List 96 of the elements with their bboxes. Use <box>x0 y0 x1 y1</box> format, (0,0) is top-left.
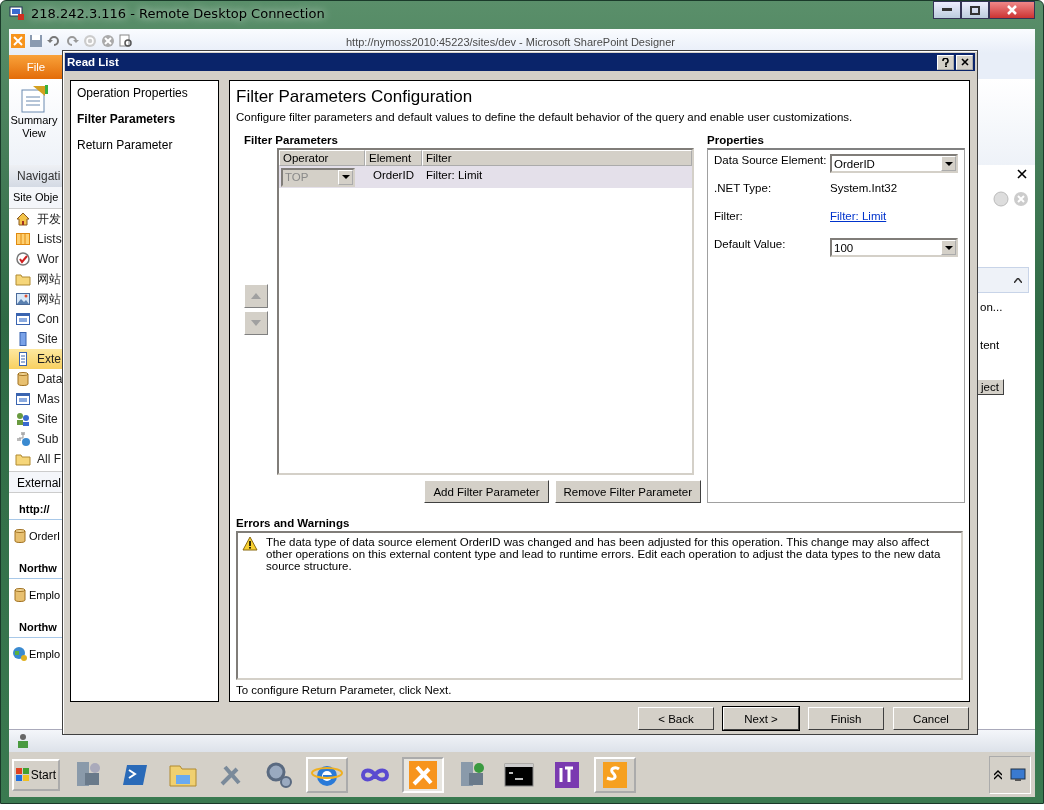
table-cell-text: OrderID <box>372 168 415 181</box>
app-logo-icon <box>11 34 25 48</box>
table-cell-text: Filter: Limit <box>425 168 484 181</box>
help-button[interactable] <box>937 54 954 70</box>
nav-item[interactable]: All F <box>9 449 63 469</box>
section-header: External <box>9 471 63 493</box>
list-item[interactable]: on... <box>976 293 1035 321</box>
close-icon <box>960 58 969 66</box>
pane-header: Navigati <box>9 165 63 187</box>
section-heading: Properties <box>707 134 765 146</box>
window-icon <box>15 391 31 407</box>
list-item[interactable]: Emplo <box>9 638 63 670</box>
action-button[interactable]: ject <box>976 379 1004 395</box>
nav-item[interactable]: Mas <box>9 389 63 409</box>
nav-item[interactable]: 网站 <box>9 289 63 309</box>
up-arrow-icon <box>251 292 261 299</box>
nav-item[interactable]: Exte <box>9 349 63 369</box>
minimize-icon <box>942 8 952 12</box>
property-label: Filter: <box>714 210 744 222</box>
property-label: .NET Type: <box>714 182 773 194</box>
nav-item[interactable]: Site <box>9 409 63 429</box>
nav-item[interactable]: Data <box>9 369 63 389</box>
redo-icon[interactable] <box>65 34 79 48</box>
wizard-button[interactable]: < Back <box>638 707 714 730</box>
house-icon <box>15 211 31 227</box>
close-icon <box>1007 5 1017 15</box>
window-icon <box>15 311 31 327</box>
cylinder-icon <box>12 528 28 544</box>
down-arrow-icon <box>251 319 261 326</box>
wizard-button[interactable]: Finish <box>808 707 884 730</box>
grid-row[interactable]: TOP OrderID Filter: Limit <box>279 166 692 188</box>
undo-icon[interactable] <box>47 34 61 48</box>
expand-icon[interactable] <box>994 769 1002 780</box>
column-header[interactable]: Element <box>365 150 422 166</box>
help-icon <box>942 57 949 67</box>
wizard-button[interactable]: Cancel <box>893 707 969 730</box>
list-item[interactable]: Emplo <box>9 579 63 611</box>
section-heading: Errors and Warnings <box>236 517 351 529</box>
check-icon <box>15 251 31 267</box>
property-label: Data Source Element: <box>714 154 828 166</box>
nav-item[interactable]: Site <box>9 329 63 349</box>
dialog-title: Read List <box>67 56 120 68</box>
value-dropdown[interactable]: 100 <box>830 238 958 257</box>
people-icon <box>15 411 31 427</box>
folder-icon <box>15 451 31 467</box>
nav-item[interactable]: 开发 <box>9 209 63 229</box>
cylinder-icon <box>15 371 31 387</box>
step-link[interactable]: Return Parameter <box>77 138 218 152</box>
step-link[interactable]: Filter Parameters <box>77 112 218 126</box>
nav-item[interactable]: Con <box>9 309 63 329</box>
warning-message: The data type of data source element OrderID was changed and has been adjusted for this operation. This change may also affect other operations on this external content type and lead to runtime errors. Edit each operation to adjust the data types to the new data source structure. <box>266 536 942 574</box>
nav-item[interactable]: Sub <box>9 429 63 449</box>
warning-icon <box>242 536 258 551</box>
cylinder-icon <box>12 587 28 603</box>
page-heading: Filter Parameters Configuration <box>236 87 474 107</box>
window-title: 218.242.3.116 - Remote Desktop Connection <box>31 5 325 21</box>
windows-logo-icon <box>16 767 29 782</box>
step-link[interactable]: Operation Properties <box>77 86 218 100</box>
globe-gear-icon <box>12 646 28 662</box>
maximize-icon <box>970 5 980 15</box>
close-button[interactable] <box>989 1 1035 19</box>
list-item[interactable]: OrderI <box>9 520 63 552</box>
document-icon <box>19 84 49 114</box>
summary-view-button[interactable]: Summary View <box>9 79 59 165</box>
column-header[interactable]: Filter <box>422 150 692 166</box>
value-dropdown[interactable]: OrderID <box>830 154 958 173</box>
nav-item[interactable]: 网站 <box>9 269 63 289</box>
save-icon[interactable] <box>29 34 43 48</box>
action-button[interactable]: Remove Filter Parameter <box>554 480 701 503</box>
nav-item[interactable]: Wor <box>9 249 63 269</box>
monitor-icon[interactable] <box>1010 767 1026 782</box>
user-icon <box>17 733 29 749</box>
nav-item[interactable]: Lists <box>9 229 63 249</box>
maximize-button[interactable] <box>961 1 989 19</box>
action-button[interactable]: Add Filter Parameter <box>424 480 549 503</box>
wizard-button[interactable]: Next > <box>723 707 799 730</box>
image-icon <box>15 291 31 307</box>
app-title: http://nymoss2010:45223/sites/dev - Microsoft SharePoint Designer <box>346 36 675 48</box>
close-icon[interactable] <box>1017 169 1027 179</box>
start-button[interactable]: Start <box>12 758 60 791</box>
preview-icon[interactable] <box>119 34 133 48</box>
minimize-button[interactable] <box>933 1 961 19</box>
computer-icon <box>9 5 25 21</box>
tree-icon <box>15 431 31 447</box>
property-value: System.Int32 <box>830 182 898 194</box>
filter-link[interactable]: Filter: Limit <box>830 210 887 222</box>
folder-icon <box>15 271 31 287</box>
property-label: Default Value: <box>714 238 787 250</box>
column-header[interactable]: Operator <box>279 150 365 166</box>
section-heading: Filter Parameters <box>244 134 339 146</box>
description-text: tent <box>979 338 1001 353</box>
grid-icon <box>15 231 31 247</box>
hint-text: To configure Return Parameter, click Next. <box>236 684 453 696</box>
collapse-icon[interactable] <box>1014 277 1022 283</box>
description-text: Configure filter parameters and default values to define the default behavior of the query and enable user customizations. <box>236 111 854 123</box>
section-header[interactable]: Site Obje <box>9 187 63 209</box>
